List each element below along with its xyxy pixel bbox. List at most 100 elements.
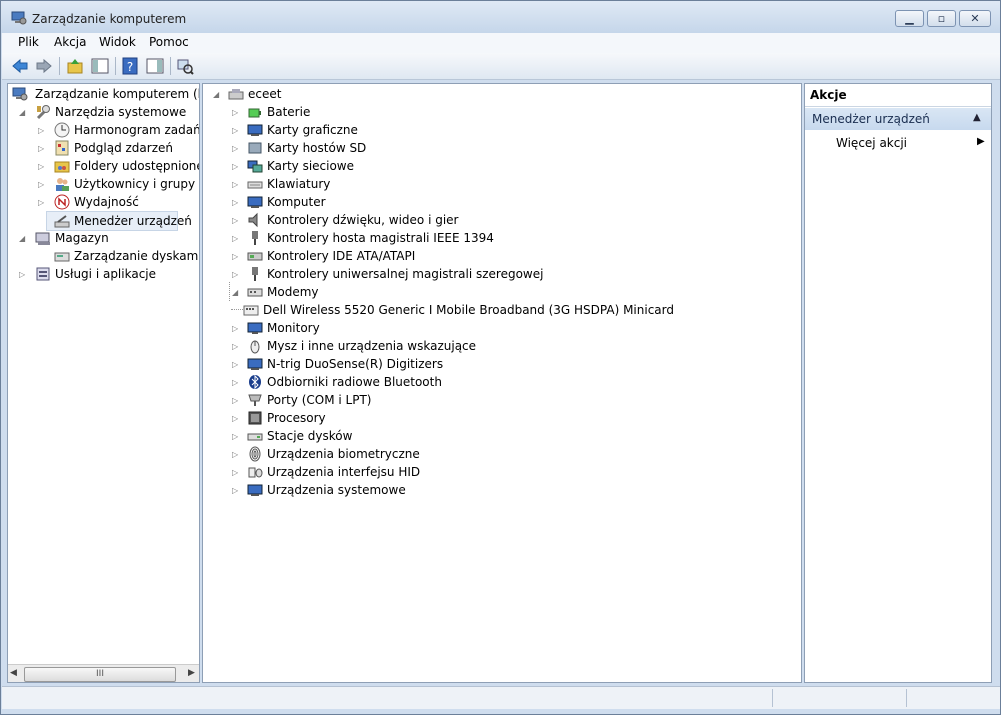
tree-item-shared-folders[interactable]: ▷ Foldery udostępnione bbox=[12, 157, 199, 175]
collapsed-arrow-icon[interactable]: ▷ bbox=[232, 252, 238, 261]
mouse-icon bbox=[250, 340, 260, 354]
device-category-urządzenia-interfejsu-hid[interactable]: ▷ Urządzenia interfejsu HID bbox=[211, 463, 771, 481]
tree-item-users-groups[interactable]: ▷ Użytkownicy i grupy lok bbox=[12, 175, 199, 193]
collapsed-arrow-icon[interactable]: ▷ bbox=[232, 180, 238, 189]
scroll-thumb[interactable]: III bbox=[24, 667, 176, 682]
device-tree-root[interactable]: ◢ eceet bbox=[211, 85, 511, 103]
maximize-button[interactable]: ▫ bbox=[927, 10, 956, 27]
computer-management-icon bbox=[12, 87, 28, 101]
tree-item-system-tools[interactable]: ◢ Narzędzia systemowe bbox=[12, 103, 198, 121]
device-category-porty-com-i-lpt-[interactable]: ▷ Porty (COM i LPT) bbox=[211, 391, 771, 409]
expanded-arrow-icon: ◢ bbox=[213, 90, 220, 99]
tree-item-performance[interactable]: ▷ Wydajność bbox=[12, 193, 198, 211]
device-category-kontrolery-ide-ata-atapi[interactable]: ▷ Kontrolery IDE ATA/ATAPI bbox=[211, 247, 771, 265]
show-hide-action-pane-icon[interactable] bbox=[146, 57, 164, 75]
device-category-label: Monitory bbox=[267, 321, 320, 335]
device-category-karty-sieciowe[interactable]: ▷ Karty sieciowe bbox=[211, 157, 771, 175]
device-category-karty-graficzne[interactable]: ▷ Karty graficzne bbox=[211, 121, 771, 139]
scroll-left-icon[interactable]: ◀ bbox=[10, 668, 17, 678]
tree-root[interactable]: Zarządzanie komputerem (loka bbox=[12, 85, 199, 103]
collapsed-arrow-icon[interactable]: ▷ bbox=[232, 414, 238, 423]
collapsed-arrow-icon[interactable]: ▷ bbox=[232, 234, 238, 243]
submenu-arrow-icon: ▶ bbox=[977, 136, 985, 147]
device-category-kontrolery-hosta-magistrali-ieee-1394[interactable]: ▷ Kontrolery hosta magistrali IEEE 1394 bbox=[211, 229, 771, 247]
monitor-icon bbox=[247, 322, 263, 334]
device-category-label: Urządzenia interfejsu HID bbox=[267, 465, 421, 479]
device-category-baterie[interactable]: ▷ Baterie bbox=[211, 103, 771, 121]
collapsed-arrow-icon[interactable]: ▷ bbox=[232, 216, 238, 225]
device-category-label: Urządzenia biometryczne bbox=[267, 447, 420, 461]
tree-item-services-apps[interactable]: ▷ Usługi i aplikacje bbox=[12, 265, 198, 283]
computer-icon bbox=[247, 196, 263, 208]
more-actions-item[interactable]: Więcej akcji ▶ bbox=[805, 132, 991, 152]
device-category-label: Odbiorniki radiowe Bluetooth bbox=[267, 375, 442, 389]
horizontal-scrollbar[interactable]: ◀ III ▶ bbox=[8, 664, 199, 682]
modem-device-icon bbox=[243, 305, 259, 316]
help-icon[interactable]: ? bbox=[121, 57, 139, 75]
back-arrow-icon[interactable] bbox=[11, 57, 29, 75]
collapsed-arrow-icon[interactable]: ▷ bbox=[232, 126, 238, 135]
collapsed-arrow-icon[interactable]: ▷ bbox=[232, 198, 238, 207]
tree-item-event-viewer[interactable]: ▷ Podgląd zdarzeń bbox=[12, 139, 198, 157]
speaker-icon bbox=[248, 212, 258, 228]
minimize-button[interactable]: ▁ bbox=[895, 10, 924, 27]
tree-label: Wydajność bbox=[74, 195, 139, 209]
menu-plik[interactable]: Plik bbox=[18, 35, 39, 49]
scan-hardware-changes-icon[interactable] bbox=[176, 57, 194, 75]
device-category-karty-hostów-sd[interactable]: ▷ Karty hostów SD bbox=[211, 139, 771, 157]
device-category-kontrolery-uniwersalnej-magistrali-szeregowej[interactable]: ▷ Kontrolery uniwersalnej magistrali szer… bbox=[211, 265, 771, 283]
collapsed-arrow-icon[interactable]: ▷ bbox=[232, 162, 238, 171]
tree-item-storage[interactable]: ◢ Magazyn bbox=[12, 229, 198, 247]
tree-item-disk-management[interactable]: Zarządzanie dyskami bbox=[12, 247, 199, 265]
menu-widok[interactable]: Widok bbox=[99, 35, 136, 49]
device-category-label: Stacje dysków bbox=[267, 429, 353, 443]
device-label: Dell Wireless 5520 Generic I Mobile Broa… bbox=[263, 303, 674, 317]
scroll-right-icon[interactable]: ▶ bbox=[188, 668, 195, 678]
actions-section-device-manager[interactable]: Menedżer urządzeń ▲ bbox=[805, 108, 991, 130]
toolbar-separator bbox=[59, 57, 60, 75]
device-category-odbiorniki-radiowe-bluetooth[interactable]: ▷ Odbiorniki radiowe Bluetooth bbox=[211, 373, 771, 391]
collapsed-arrow-icon[interactable]: ▷ bbox=[232, 468, 238, 477]
device-category-urządzenia-biometryczne[interactable]: ▷ Urządzenia biometryczne bbox=[211, 445, 771, 463]
tree-item-device-manager[interactable]: Menedżer urządzeń bbox=[46, 211, 192, 231]
collapsed-arrow-icon[interactable]: ▷ bbox=[232, 108, 238, 117]
device-category-mysz-i-inne-urządzenia-wskazujące[interactable]: ▷ Mysz i inne urządzenia wskazujące bbox=[211, 337, 771, 355]
show-hide-console-tree-icon[interactable] bbox=[91, 57, 109, 75]
device-category-procesory[interactable]: ▷ Procesory bbox=[211, 409, 771, 427]
menu-akcja[interactable]: Akcja bbox=[54, 35, 86, 49]
device-category-komputer[interactable]: ▷ Komputer bbox=[211, 193, 771, 211]
close-icon: ✕ bbox=[970, 12, 980, 25]
status-segment bbox=[772, 689, 903, 707]
expanded-arrow-icon[interactable]: ◢ bbox=[232, 288, 238, 297]
menu-pomoc[interactable]: Pomoc bbox=[149, 35, 189, 49]
device-category-n-trig-duosense-r-digitizers[interactable]: ▷ N-trig DuoSense(R) Digitizers bbox=[211, 355, 771, 373]
port-icon bbox=[248, 394, 262, 406]
collapse-arrow-icon[interactable]: ▲ bbox=[973, 112, 981, 123]
close-button[interactable]: ✕ bbox=[959, 10, 991, 27]
forward-arrow-icon[interactable] bbox=[35, 57, 53, 75]
collapsed-arrow-icon[interactable]: ▷ bbox=[232, 450, 238, 459]
tree-label: Podgląd zdarzeń bbox=[74, 141, 173, 155]
network-adapter-icon bbox=[247, 160, 263, 173]
collapsed-arrow-icon[interactable]: ▷ bbox=[232, 432, 238, 441]
device-category-monitory[interactable]: ▷ Monitory bbox=[211, 319, 771, 337]
menu-bar: Plik Akcja Widok Pomoc bbox=[2, 33, 1000, 53]
up-folder-icon[interactable] bbox=[66, 57, 84, 75]
device-category-stacje-dysków[interactable]: ▷ Stacje dysków bbox=[211, 427, 771, 445]
tree-item-task-scheduler[interactable]: ▷ Harmonogram zadań bbox=[12, 121, 199, 139]
device-category-kontrolery-dźwięku-wideo-i-gier[interactable]: ▷ Kontrolery dźwięku, wideo i gier bbox=[211, 211, 771, 229]
collapsed-arrow-icon[interactable]: ▷ bbox=[232, 324, 238, 333]
device-category-klawiatury[interactable]: ▷ Klawiatury bbox=[211, 175, 771, 193]
collapsed-arrow-icon[interactable]: ▷ bbox=[232, 144, 238, 153]
tree-label: Magazyn bbox=[55, 231, 109, 245]
collapsed-arrow-icon[interactable]: ▷ bbox=[232, 360, 238, 369]
collapsed-arrow-icon[interactable]: ▷ bbox=[232, 378, 238, 387]
collapsed-arrow-icon[interactable]: ▷ bbox=[232, 342, 238, 351]
collapsed-arrow-icon[interactable]: ▷ bbox=[232, 396, 238, 405]
device-category-modemy[interactable]: ◢ Modemy bbox=[211, 283, 771, 301]
collapsed-arrow-icon[interactable]: ▷ bbox=[232, 486, 238, 495]
device-category-urządzenia-systemowe[interactable]: ▷ Urządzenia systemowe bbox=[211, 481, 771, 499]
collapsed-arrow-icon[interactable]: ▷ bbox=[232, 270, 238, 279]
device-modem-dell[interactable]: Dell Wireless 5520 Generic I Mobile Broa… bbox=[231, 301, 793, 319]
toolbar-separator bbox=[115, 57, 116, 75]
